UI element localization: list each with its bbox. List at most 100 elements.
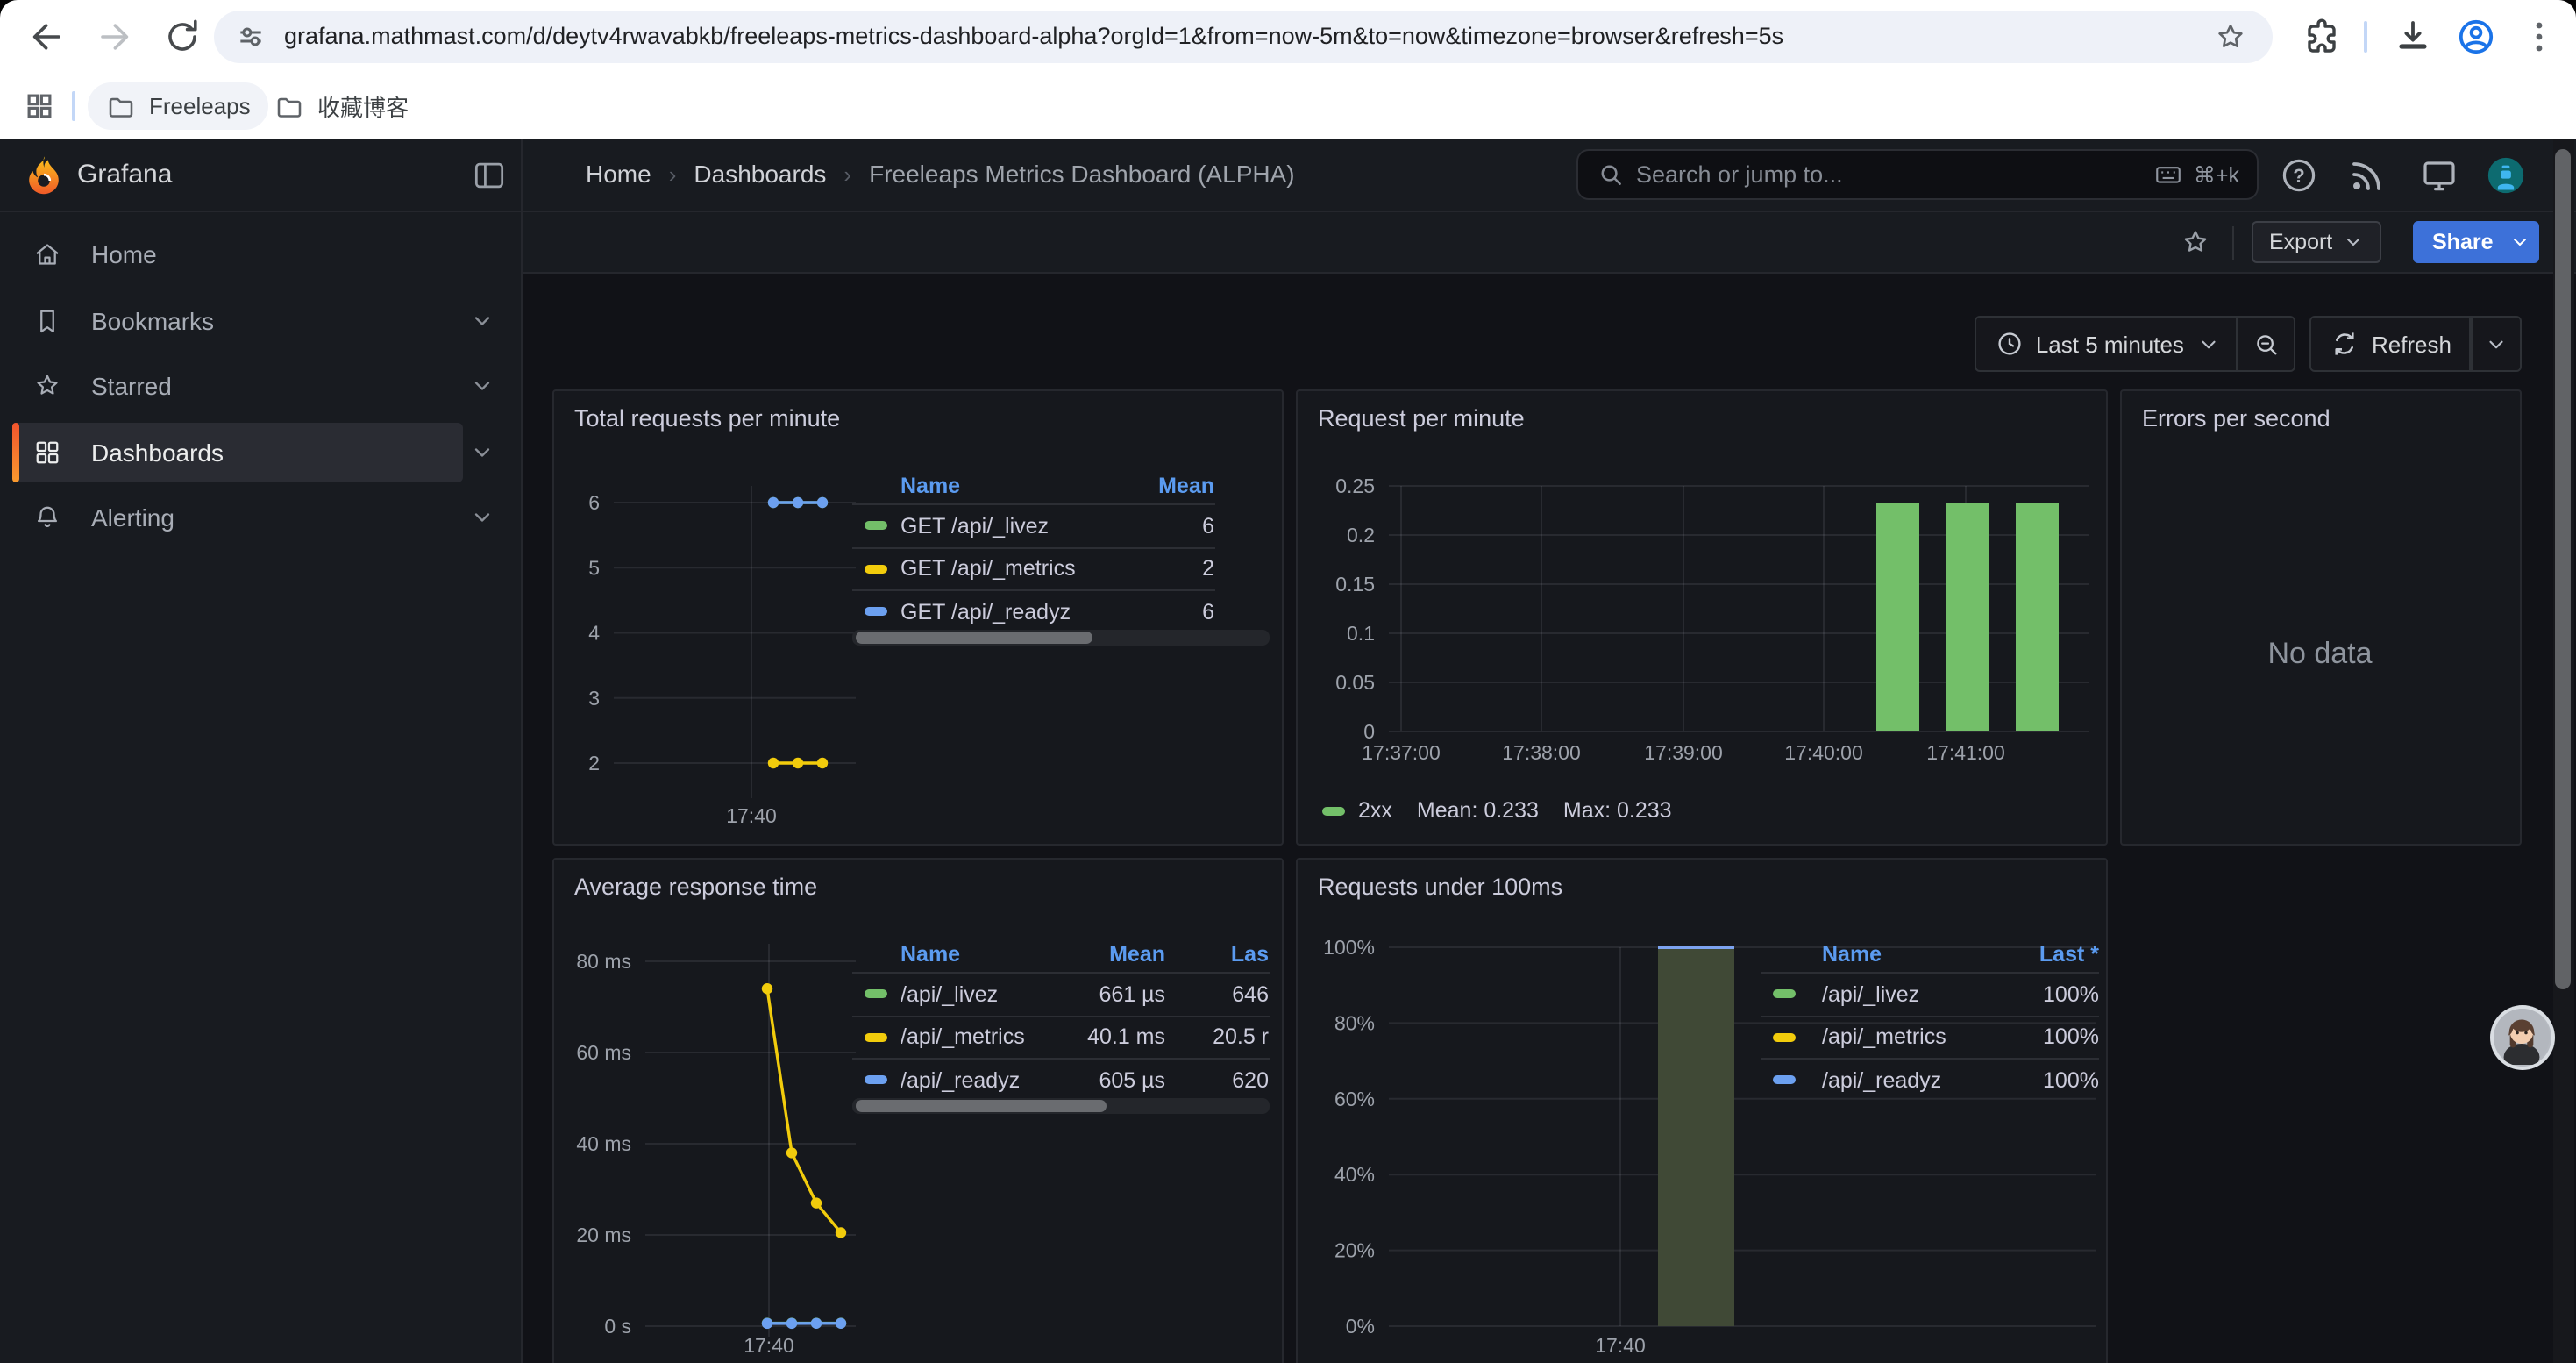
folder-icon — [274, 90, 305, 122]
sidebar-item-starred[interactable]: Starred — [12, 356, 498, 416]
breadcrumb-separator: › — [669, 161, 677, 187]
chevron-down-icon[interactable] — [470, 505, 495, 530]
svg-text:17:39:00: 17:39:00 — [1643, 741, 1722, 764]
download-icon[interactable] — [2392, 16, 2434, 58]
panel-title[interactable]: Errors per second — [2142, 405, 2330, 432]
svg-text:4: 4 — [587, 622, 599, 645]
keyboard-icon — [2153, 160, 2183, 189]
legend-row[interactable]: /api/_metrics40.1 ms20.5 r — [851, 1015, 1269, 1058]
legend-2xx[interactable]: 2xx Mean: 0.233 Max: 0.233 — [1321, 798, 1672, 823]
svg-text:0: 0 — [1363, 720, 1374, 743]
refresh-button[interactable]: Refresh — [2310, 316, 2471, 372]
search-placeholder: Search or jump to... — [1636, 151, 1843, 198]
reload-icon[interactable] — [161, 16, 203, 58]
legend-scrollbar[interactable] — [851, 630, 1269, 646]
url-text[interactable]: grafana.mathmast.com/d/deytv4rwavabkb/fr… — [284, 11, 2195, 63]
page-scrollbar-thumb[interactable] — [2554, 149, 2571, 989]
share-dropdown-button[interactable] — [2499, 221, 2539, 263]
share-button[interactable]: Share — [2413, 221, 2513, 263]
chevron-down-icon[interactable] — [470, 439, 495, 464]
breadcrumb-current: Freeleaps Metrics Dashboard (ALPHA) — [869, 160, 1295, 188]
monitor-icon[interactable] — [2418, 154, 2460, 196]
apps-grid-icon[interactable] — [23, 89, 56, 123]
svg-text:0.1: 0.1 — [1346, 622, 1374, 645]
svg-text:17:38:00: 17:38:00 — [1501, 741, 1580, 764]
grafana-app: Grafana Home › Dashboards › Freeleaps Me… — [0, 139, 2576, 1363]
no-data-message: No data — [2121, 637, 2519, 672]
legend-table[interactable]: NameLast */api/_livez100%/api/_metrics10… — [1761, 937, 2099, 1101]
svg-text:40 ms: 40 ms — [575, 1132, 630, 1155]
rss-news-icon[interactable] — [2346, 154, 2388, 196]
svg-text:17:41:00: 17:41:00 — [1925, 741, 2004, 764]
back-icon[interactable] — [25, 16, 67, 58]
grafana-logo[interactable] — [23, 154, 65, 196]
svg-text:0.2: 0.2 — [1346, 524, 1374, 546]
svg-text:17:40: 17:40 — [1594, 1334, 1645, 1357]
legend-row[interactable]: /api/_livez100% — [1761, 972, 2099, 1015]
help-icon[interactable]: ? — [2278, 154, 2320, 196]
legend-table[interactable]: NameMeanGET /api/_livez6GET /api/_metric… — [851, 468, 1269, 632]
chevron-down-icon[interactable] — [470, 374, 495, 398]
requests-under-100ms-chart: 100%80%60%40%20%0%17:40 — [1297, 860, 2109, 1363]
legend-table[interactable]: NameMeanLas/api/_livez661 µs646/api/_met… — [851, 937, 1269, 1101]
extensions-icon[interactable] — [2301, 16, 2343, 58]
svg-text:0.15: 0.15 — [1334, 573, 1374, 596]
time-range-picker[interactable]: Last 5 minutes — [1975, 316, 2238, 372]
sidebar-item-bookmarks[interactable]: Bookmarks — [12, 290, 498, 350]
breadcrumb-home[interactable]: Home — [586, 160, 651, 188]
url-bar[interactable]: grafana.mathmast.com/d/deytv4rwavabkb/fr… — [214, 11, 2273, 63]
dock-menu-icon[interactable] — [470, 156, 509, 195]
active-indicator — [12, 422, 18, 482]
dashboard-content: Last 5 minutes Refresh Total requests pe… — [523, 274, 2576, 1363]
screenshot-stage: grafana.mathmast.com/d/deytv4rwavabkb/fr… — [0, 0, 2576, 1363]
legend-row[interactable]: /api/_metrics100% — [1761, 1015, 2099, 1058]
dashboard-toolbar: Export Share — [523, 212, 2576, 274]
brand-section: Grafana — [0, 139, 523, 211]
refresh-icon — [2330, 328, 2361, 360]
bookmark-folder-blogs[interactable]: 收藏博客 — [256, 82, 426, 130]
user-avatar[interactable] — [2487, 156, 2525, 195]
refresh-interval-dropdown[interactable] — [2471, 316, 2522, 372]
sidebar-item-home[interactable]: Home — [12, 225, 498, 284]
panel-errors-per-second: Errors per second No data — [2119, 389, 2521, 846]
tune-icon[interactable] — [233, 19, 268, 54]
legend-row[interactable]: /api/_livez661 µs646 — [851, 972, 1269, 1015]
page-scrollbar[interactable] — [2552, 139, 2573, 1363]
legend-scrollbar-thumb[interactable] — [855, 632, 1092, 644]
zoom-out-button[interactable] — [2238, 316, 2296, 372]
sidebar-item-label: Alerting — [91, 488, 174, 547]
favorite-star-icon[interactable] — [2180, 226, 2211, 258]
chevron-down-icon — [2198, 332, 2221, 355]
brand-name[interactable]: Grafana — [77, 160, 172, 189]
legend-scrollbar-thumb[interactable] — [855, 1100, 1106, 1112]
refresh-label: Refresh — [2372, 331, 2451, 357]
floating-assistant-avatar[interactable] — [2489, 1004, 2554, 1069]
export-button[interactable]: Export — [2252, 221, 2381, 263]
breadcrumb-dashboards[interactable]: Dashboards — [694, 160, 826, 188]
legend-row[interactable]: GET /api/_readyz6 — [851, 589, 1214, 632]
sidebar-item-alerting[interactable]: Alerting — [12, 488, 498, 547]
sidebar-item-dashboards[interactable]: Dashboards — [12, 422, 498, 482]
legend-row[interactable]: /api/_readyz605 µs620 — [851, 1058, 1269, 1101]
breadcrumb: Home › Dashboards › Freeleaps Metrics Da… — [586, 160, 1295, 188]
legend-scrollbar[interactable] — [851, 1098, 1269, 1114]
legend-row[interactable]: GET /api/_metrics2 — [851, 546, 1214, 589]
search-shortcut: ⌘+k — [2153, 151, 2239, 198]
sidebar-item-label: Home — [91, 225, 157, 284]
bookmark-folder-freeleaps[interactable]: Freeleaps — [88, 82, 268, 130]
search-input[interactable]: Search or jump to... ⌘+k — [1576, 149, 2259, 200]
chevron-down-icon[interactable] — [470, 308, 495, 332]
profile-icon[interactable] — [2455, 16, 2497, 58]
svg-text:6: 6 — [587, 491, 599, 514]
legend-row[interactable]: /api/_readyz100% — [1761, 1058, 2099, 1101]
star-icon — [32, 370, 63, 402]
svg-text:0 s: 0 s — [603, 1315, 630, 1338]
bell-icon — [32, 502, 63, 533]
legend-row[interactable]: GET /api/_livez6 — [851, 503, 1214, 546]
bookmark-star-icon[interactable] — [2213, 19, 2248, 54]
forward-icon[interactable] — [95, 16, 137, 58]
sidebar-nav: Home Bookmarks Starred Dashboards Alerti — [0, 212, 523, 1363]
bookmark-label: Freeleaps — [149, 93, 251, 119]
panel-average-response-time: Average response time 80 ms60 ms40 ms20 … — [551, 858, 1283, 1363]
menu-kebab-icon[interactable] — [2518, 16, 2560, 58]
